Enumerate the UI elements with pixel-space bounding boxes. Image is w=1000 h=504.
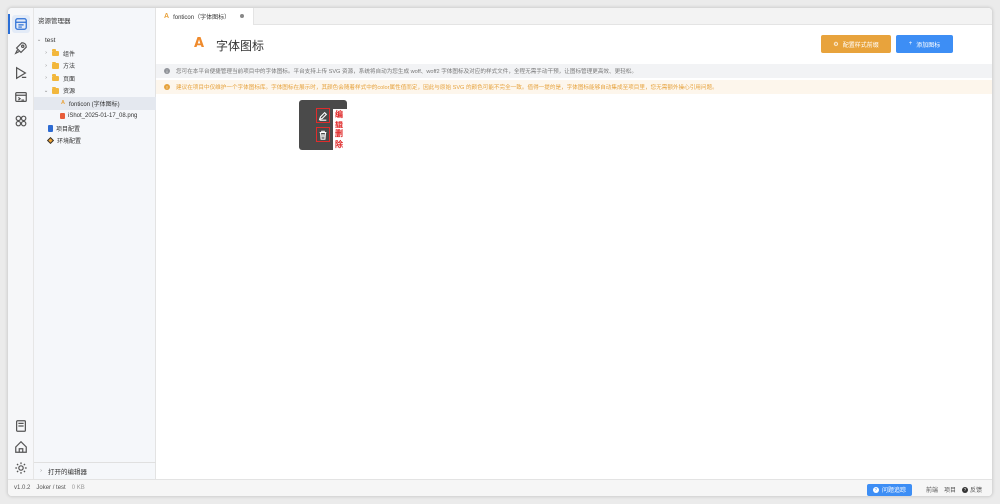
explorer-panel: 资源管理器 ⌄ test › 组件 › 方法 › 页面 ⌄ 资源 Afonticon (…	[34, 8, 156, 479]
chevron-down-icon: ⌄	[36, 37, 42, 43]
run-icon[interactable]	[12, 64, 30, 82]
edit-pen-icon	[318, 111, 328, 121]
settings-gear-icon[interactable]	[12, 459, 30, 477]
chevron-down-icon: ⌄	[43, 87, 49, 94]
tree-item-fonticon[interactable]: Afonticon (字体图标)	[34, 97, 156, 110]
question-icon: ?	[961, 486, 968, 493]
chevron-right-icon: ›	[45, 62, 47, 69]
feedback-link[interactable]: ? 反馈	[961, 485, 982, 494]
chevron-right-icon: ›	[45, 75, 47, 82]
activity-bar	[8, 8, 34, 479]
fonticon-icon: A	[61, 100, 65, 106]
link-project[interactable]: 项目	[944, 485, 956, 494]
app-window: 资源管理器 ⌄ test › 组件 › 方法 › 页面 ⌄ 资源 Afonticon (…	[7, 7, 993, 497]
info-notice: i 您可在本平台便捷管理当前项目中的字体图标。平台支持上传 SVG 资源，系统将…	[156, 64, 992, 78]
delete-label: 删除	[333, 128, 347, 150]
tree-item-env-config[interactable]: 环境配置	[34, 135, 156, 148]
link-frontend[interactable]: 前端	[926, 485, 938, 494]
image-file-icon	[60, 112, 65, 119]
folder-icon	[52, 61, 59, 69]
tree-item-project-config[interactable]: 项目配置	[34, 122, 156, 135]
tree-item-resources[interactable]: ⌄ 资源	[34, 85, 156, 98]
trash-icon	[319, 130, 327, 140]
tree-item-pages[interactable]: › 页面	[34, 72, 156, 85]
unsaved-dot-icon[interactable]	[240, 14, 244, 18]
edit-button[interactable]	[316, 108, 330, 123]
env-config-icon	[46, 137, 55, 145]
tree-item-png-file[interactable]: iShot_2025-01-17_08.png	[34, 110, 156, 123]
warning-notice: ! 建议在项目中仅维护一个字体图标库。字体图标在展示时，其颜色会随着样式中的co…	[156, 80, 992, 94]
issue-tracker-button[interactable]: ? 问题追踪	[866, 483, 912, 496]
add-icon-button[interactable]: + 添加图标	[896, 35, 953, 53]
icon-card[interactable]: 编辑 删除	[299, 100, 347, 150]
fonticon-icon: A	[164, 13, 170, 20]
question-icon: ?	[872, 486, 879, 493]
chevron-right-icon: ›	[45, 50, 47, 57]
editor-area: A fonticon（字体图标） A 字体图标 ⚙ 配置样式前缀 + 添加图标 …	[156, 8, 992, 479]
book-icon[interactable]	[12, 417, 30, 435]
folder-icon	[52, 86, 59, 94]
plus-icon: +	[908, 41, 913, 47]
extensions-icon[interactable]	[12, 112, 30, 130]
project-path: Joker / test	[36, 485, 66, 491]
open-editors-section[interactable]: › 打开的编辑器	[34, 462, 156, 478]
tree-item-components[interactable]: › 组件	[34, 47, 156, 60]
fonticon-logo-icon: A	[194, 36, 205, 51]
status-right: ? 问题追踪 前端 项目 ? 反馈	[866, 480, 992, 496]
chevron-right-icon: ›	[40, 467, 42, 474]
folder-icon	[52, 49, 59, 56]
home-icon[interactable]	[12, 438, 30, 456]
version-text: v1.0.2	[14, 485, 31, 491]
delete-button[interactable]	[316, 127, 330, 142]
tree-item-methods[interactable]: › 方法	[34, 60, 156, 73]
tab-fonticon[interactable]: A fonticon（字体图标）	[156, 8, 254, 25]
explorer-icon[interactable]	[12, 15, 30, 33]
file-tree: ⌄ test › 组件 › 方法 › 页面 ⌄ 资源 Afonticon (字体图标) …	[34, 33, 156, 147]
explorer-title: 资源管理器	[38, 18, 71, 25]
page-header: A 字体图标 ⚙ 配置样式前缀 + 添加图标	[156, 25, 992, 63]
folder-icon	[52, 74, 59, 81]
active-indicator	[8, 14, 10, 34]
page-title: 字体图标	[216, 39, 265, 53]
gear-icon: ⚙	[833, 41, 839, 48]
tab-bar: A fonticon（字体图标）	[156, 8, 992, 25]
warning-icon: !	[164, 84, 170, 90]
info-icon: i	[164, 68, 170, 74]
status-left: v1.0.2 Joker / test 0 KB	[14, 485, 85, 491]
terminal-icon[interactable]	[12, 88, 30, 106]
rocket-icon[interactable]	[12, 39, 30, 57]
tree-root[interactable]: ⌄ test	[34, 33, 156, 47]
size-text: 0 KB	[71, 485, 85, 491]
status-bar: v1.0.2 Joker / test 0 KB ? 问题追踪 前端 项目 ? …	[8, 479, 992, 496]
project-config-icon	[48, 125, 53, 132]
config-prefix-button[interactable]: ⚙ 配置样式前缀	[821, 35, 891, 53]
